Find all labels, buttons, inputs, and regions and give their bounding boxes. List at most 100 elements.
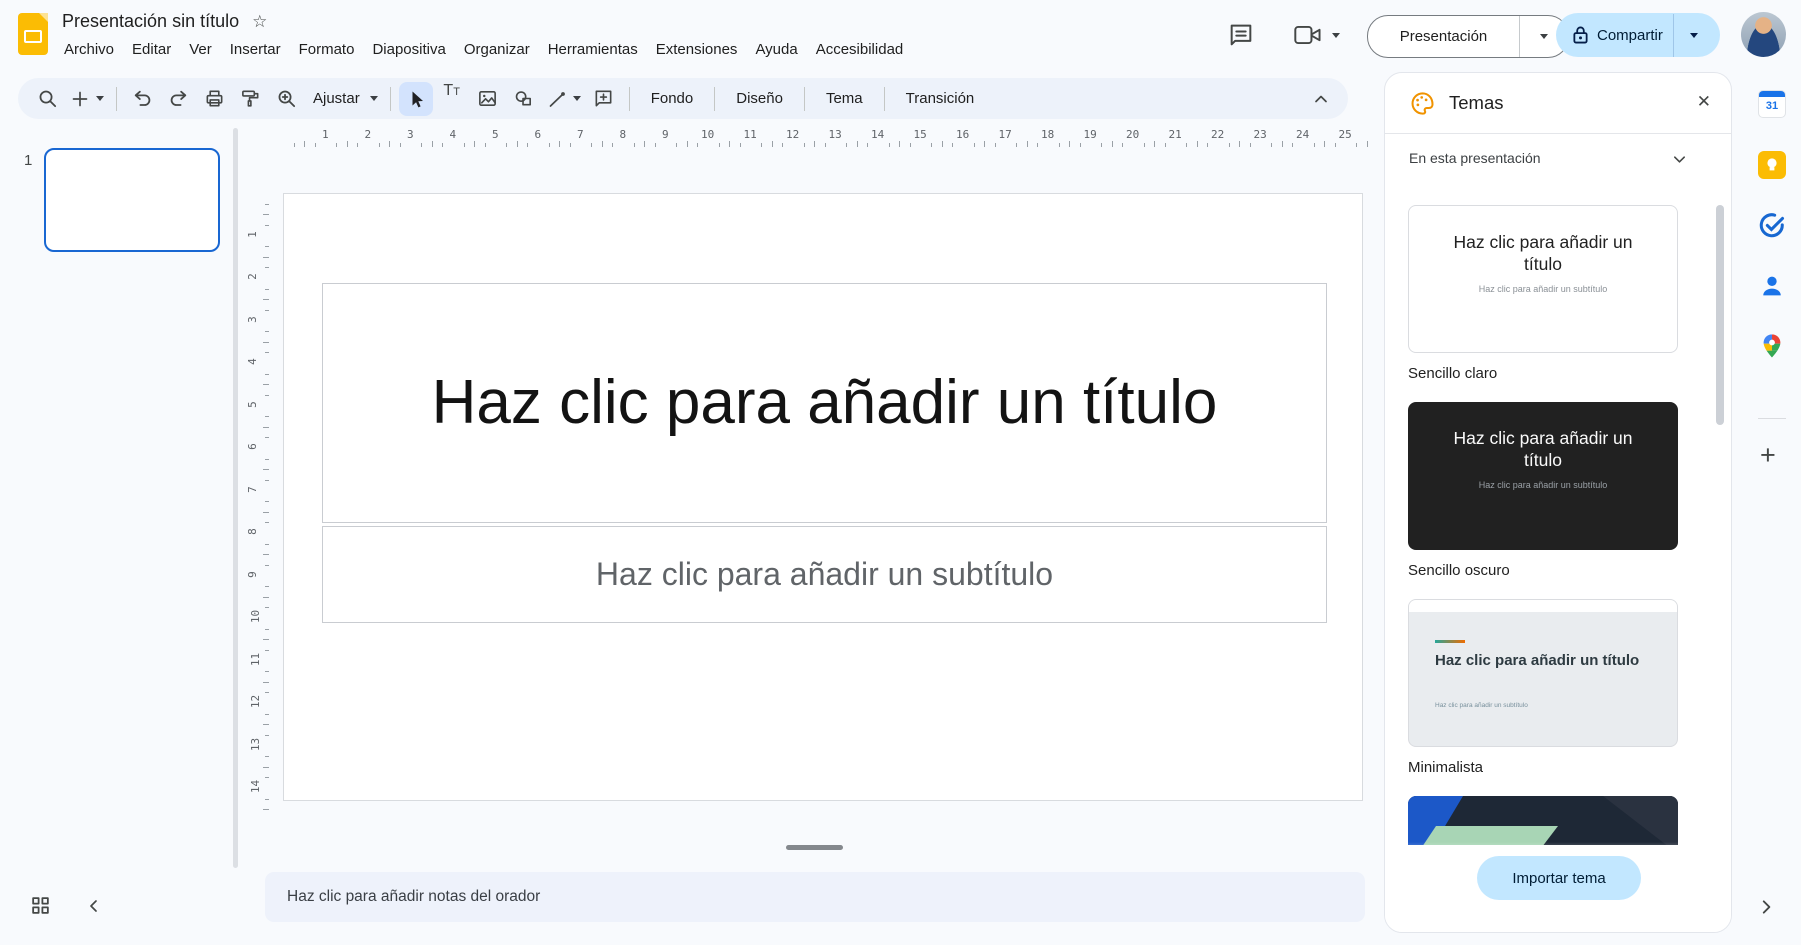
v-ruler-number: 1 xyxy=(246,231,259,238)
in-this-presentation-row[interactable]: En esta presentación xyxy=(1385,134,1731,184)
collapse-filmstrip-button[interactable] xyxy=(86,898,102,914)
ruler-tick xyxy=(974,143,975,147)
slides-logo[interactable] xyxy=(18,13,48,55)
menu-organizar[interactable]: Organizar xyxy=(455,38,539,61)
menu-formato[interactable]: Formato xyxy=(290,38,364,61)
ruler-tick xyxy=(644,141,645,147)
slide-thumbnail-1[interactable] xyxy=(44,148,220,252)
share-caret-icon[interactable] xyxy=(1674,33,1714,38)
share-button[interactable]: Compartir xyxy=(1556,13,1720,57)
select-tool[interactable] xyxy=(399,82,433,116)
ruler-tick xyxy=(263,469,269,470)
ruler-tick xyxy=(1186,143,1187,147)
theme-card[interactable]: Haz clic para añadir un títuloHaz clic p… xyxy=(1408,599,1678,747)
ruler-tick xyxy=(265,416,269,417)
theme-card-title: Haz clic para añadir un título xyxy=(1435,652,1639,671)
panel-footer: Importar tema xyxy=(1385,842,1731,932)
import-theme-button[interactable]: Importar tema xyxy=(1477,856,1641,900)
ruler-tick xyxy=(1080,143,1081,147)
subtitle-placeholder-box[interactable]: Haz clic para añadir un subtítulo xyxy=(322,526,1327,623)
collapse-side-panel-button[interactable] xyxy=(1757,898,1775,916)
menu-ayuda[interactable]: Ayuda xyxy=(746,38,806,61)
menu-diapositiva[interactable]: Diapositiva xyxy=(363,38,454,61)
menubar: ArchivoEditarVerInsertarFormatoDiapositi… xyxy=(55,38,912,61)
h-ruler-number: 4 xyxy=(450,128,457,141)
ruler-tick xyxy=(1324,141,1325,147)
theme-card-subtitle: Haz clic para añadir un subtítulo xyxy=(1422,480,1665,490)
add-addon-button[interactable]: + xyxy=(1760,440,1776,471)
ruler-tick xyxy=(442,143,443,147)
redo-button[interactable] xyxy=(161,82,195,116)
menu-ver[interactable]: Ver xyxy=(180,38,221,61)
menu-archivo[interactable]: Archivo xyxy=(55,38,123,61)
new-slide-button[interactable] xyxy=(66,89,108,109)
shape-tool[interactable] xyxy=(507,82,541,116)
v-ruler-number: 5 xyxy=(246,401,259,408)
background-button[interactable]: Fondo xyxy=(638,90,707,107)
speaker-notes[interactable]: Haz clic para añadir notas del orador xyxy=(265,872,1365,922)
doc-title[interactable]: Presentación sin título xyxy=(62,11,239,32)
palette-icon xyxy=(1409,90,1436,117)
menu-search-icon[interactable] xyxy=(30,82,64,116)
transition-button[interactable]: Transición xyxy=(893,90,988,107)
ruler-tick xyxy=(1239,141,1240,147)
insert-comment-tool[interactable] xyxy=(587,82,621,116)
close-panel-icon[interactable]: ✕ xyxy=(1697,92,1711,112)
ruler-tick xyxy=(263,597,269,598)
ruler-tick xyxy=(1016,143,1017,147)
meet-button[interactable] xyxy=(1293,22,1340,48)
comments-button[interactable] xyxy=(1227,21,1255,49)
hide-menus-button[interactable] xyxy=(1312,90,1330,108)
ruler-tick xyxy=(1059,143,1060,147)
theme-item-minimalista: Haz clic para añadir un títuloHaz clic p… xyxy=(1408,599,1725,776)
chevron-down-icon[interactable] xyxy=(1672,152,1687,167)
menu-accesibilidad[interactable]: Accesibilidad xyxy=(807,38,913,61)
textbox-tool[interactable]: TT xyxy=(435,82,469,116)
line-tool[interactable] xyxy=(543,89,585,109)
ruler-tick xyxy=(517,141,518,147)
ruler-tick xyxy=(1250,143,1251,147)
vertical-ruler: 1234567891011121314 xyxy=(248,150,270,862)
ruler-tick xyxy=(1112,141,1113,147)
ruler-tick xyxy=(432,141,433,147)
theme-card[interactable] xyxy=(1408,796,1678,845)
account-avatar[interactable] xyxy=(1741,12,1786,57)
title-placeholder-box[interactable]: Haz clic para añadir un título xyxy=(322,283,1327,523)
panel-scrollbar[interactable] xyxy=(1716,205,1724,425)
ruler-tick xyxy=(602,141,603,147)
h-ruler-number: 18 xyxy=(1041,128,1054,141)
keep-icon[interactable] xyxy=(1758,151,1786,179)
layout-button[interactable]: Diseño xyxy=(723,90,796,107)
paint-format-icon[interactable] xyxy=(233,82,267,116)
zoom-in-icon[interactable] xyxy=(269,82,303,116)
fit-zoom-select[interactable]: Ajustar xyxy=(305,90,382,107)
menu-extensiones[interactable]: Extensiones xyxy=(647,38,747,61)
print-icon[interactable] xyxy=(197,82,231,116)
ruler-tick xyxy=(389,141,390,147)
maps-icon[interactable] xyxy=(1758,332,1786,360)
menu-herramientas[interactable]: Herramientas xyxy=(539,38,647,61)
canvas-horizontal-scrollbar[interactable] xyxy=(786,845,843,850)
v-ruler-number: 3 xyxy=(246,316,259,323)
star-icon[interactable]: ☆ xyxy=(252,13,267,30)
undo-button[interactable] xyxy=(125,82,159,116)
menu-editar[interactable]: Editar xyxy=(123,38,180,61)
contacts-icon[interactable] xyxy=(1758,272,1786,300)
filmstrip-scrollbar[interactable] xyxy=(233,128,238,868)
ruler-tick xyxy=(772,141,773,147)
meet-caret-icon[interactable] xyxy=(1332,33,1340,38)
ruler-tick xyxy=(485,143,486,147)
theme-card[interactable]: Haz clic para añadir un títuloHaz clic p… xyxy=(1408,205,1678,353)
h-ruler-number: 2 xyxy=(365,128,372,141)
theme-card[interactable]: Haz clic para añadir un títuloHaz clic p… xyxy=(1408,402,1678,550)
theme-button[interactable]: Tema xyxy=(813,90,876,107)
ruler-tick xyxy=(697,143,698,147)
tasks-icon[interactable] xyxy=(1758,212,1786,240)
present-button[interactable]: Presentación xyxy=(1367,15,1569,58)
grid-view-button[interactable] xyxy=(30,895,51,916)
v-ruler-number: 2 xyxy=(246,273,259,280)
calendar-icon[interactable]: 31 xyxy=(1758,90,1786,118)
insert-image-tool[interactable] xyxy=(471,82,505,116)
theme-label: Sencillo claro xyxy=(1408,365,1725,382)
menu-insertar[interactable]: Insertar xyxy=(221,38,290,61)
